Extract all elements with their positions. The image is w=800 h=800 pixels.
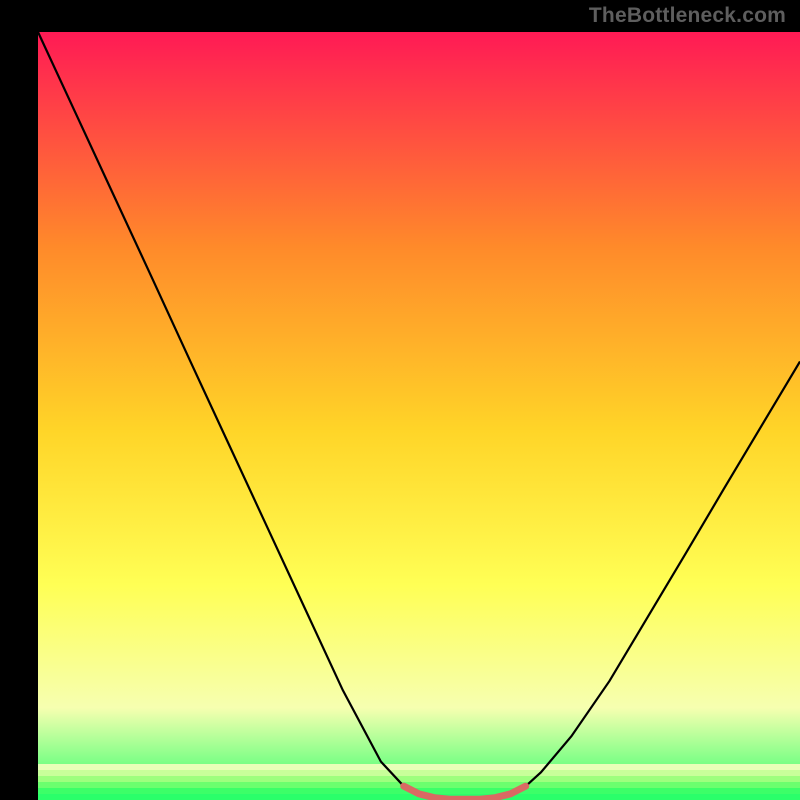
watermark-text: TheBottleneck.com bbox=[589, 4, 786, 28]
chart-frame: { "watermark": "TheBottleneck.com", "col… bbox=[0, 0, 800, 800]
gradient-background bbox=[38, 32, 800, 800]
bottleneck-chart bbox=[0, 0, 800, 800]
